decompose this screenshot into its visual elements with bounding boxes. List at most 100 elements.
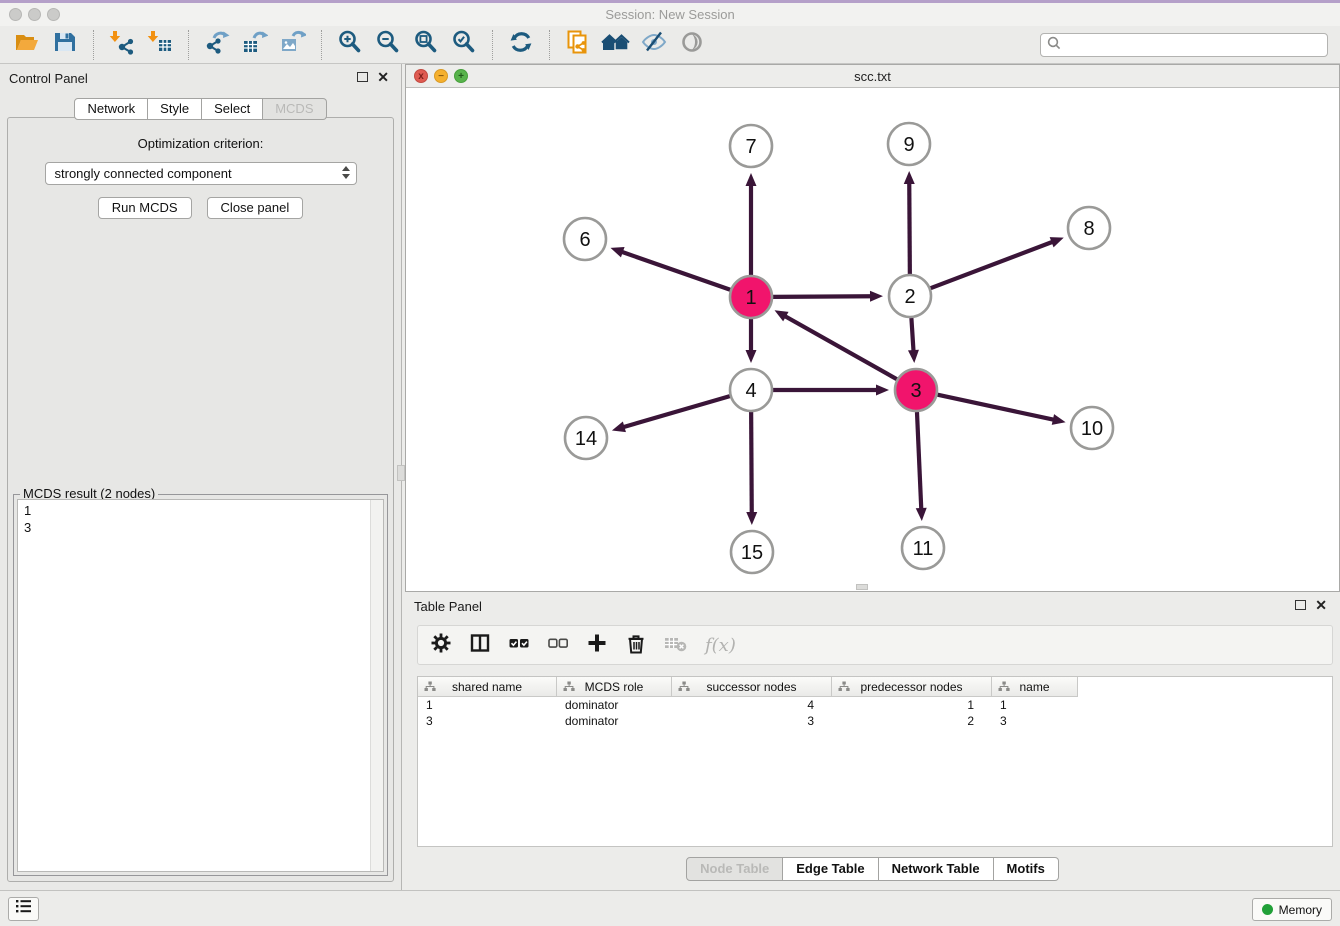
show-columns-button[interactable] <box>469 633 491 657</box>
graph-edge-1-2[interactable] <box>773 296 872 297</box>
column-header-shared-name[interactable]: shared name <box>418 677 557 697</box>
eye-icon <box>679 29 705 60</box>
criterion-value: strongly connected component <box>55 166 232 181</box>
table-body: 1dominator4113dominator323 <box>418 697 1332 729</box>
graph-edge-arrowhead <box>610 247 624 257</box>
graph-edge-2-3[interactable] <box>911 318 913 352</box>
zoom-out-button[interactable] <box>369 29 407 61</box>
refresh-view-button[interactable] <box>502 29 540 61</box>
table-tab-motifs[interactable]: Motifs <box>994 857 1059 881</box>
export-table-button[interactable] <box>236 29 274 61</box>
memory-button[interactable]: Memory <box>1252 898 1332 921</box>
table-cell[interactable]: 4 <box>672 697 832 713</box>
graph-edge-arrowhead <box>870 291 883 302</box>
close-panel-icon[interactable]: ✕ <box>377 69 389 85</box>
table-cell[interactable]: 1 <box>992 697 1078 713</box>
network-titlebar[interactable]: x − + scc.txt <box>406 65 1339 88</box>
search-field[interactable] <box>1040 33 1328 57</box>
column-header-predecessor-nodes[interactable]: predecessor nodes <box>832 677 992 697</box>
refresh-icon <box>508 29 534 60</box>
delete-table-button[interactable] <box>664 633 688 657</box>
function-builder-button[interactable]: f(x) <box>705 633 736 657</box>
graph-edge-1-6[interactable] <box>621 252 730 290</box>
toolbar-separator <box>549 30 550 60</box>
ui-settings-button[interactable] <box>8 897 39 921</box>
close-panel-button[interactable]: Close panel <box>207 197 304 219</box>
graph-edge-arrowhead <box>904 171 915 184</box>
table-cell[interactable]: 2 <box>832 713 992 729</box>
graph-node-label: 3 <box>910 380 921 402</box>
network-canvas[interactable]: 7968124314101511 <box>406 88 1339 591</box>
table-cell[interactable]: dominator <box>557 713 672 729</box>
eye-slash-icon <box>641 29 667 60</box>
list-icon <box>14 897 33 921</box>
save-session-button[interactable] <box>46 29 84 61</box>
import-table-button[interactable] <box>141 29 179 61</box>
zoom-selected-button[interactable] <box>445 29 483 61</box>
save-floppy-icon <box>52 29 78 60</box>
graph-edge-3-1[interactable] <box>784 316 897 380</box>
table-tab-network-table[interactable]: Network Table <box>879 857 994 881</box>
result-scrollbar[interactable] <box>370 500 383 871</box>
export-image-icon <box>280 29 306 60</box>
graph-edge-4-14[interactable] <box>622 396 729 427</box>
add-column-button[interactable] <box>586 633 608 657</box>
select-all-button[interactable] <box>508 633 530 657</box>
table-cell[interactable]: 1 <box>418 697 557 713</box>
export-network-button[interactable] <box>198 29 236 61</box>
table-mode-button[interactable] <box>430 633 452 657</box>
graph-edge-2-9[interactable] <box>909 182 910 274</box>
graph-node-label: 4 <box>745 380 756 402</box>
table-row[interactable]: 1dominator411 <box>418 697 1332 713</box>
tab-mcds[interactable]: MCDS <box>263 98 326 120</box>
graph-node-label: 14 <box>575 428 597 450</box>
table-cell[interactable]: 3 <box>992 713 1078 729</box>
mcds-result-fieldset: MCDS result (2 nodes) 1 3 <box>13 494 388 876</box>
graph-node-label: 9 <box>903 134 914 156</box>
delete-column-button[interactable] <box>625 633 647 657</box>
zoom-in-button[interactable] <box>331 29 369 61</box>
mcds-result-area[interactable]: 1 3 <box>17 499 384 872</box>
deselect-all-button[interactable] <box>547 633 569 657</box>
home-layout-button[interactable] <box>597 29 635 61</box>
criterion-select[interactable]: strongly connected component <box>45 162 357 185</box>
tab-style[interactable]: Style <box>148 98 202 120</box>
vertical-splitter-handle[interactable] <box>397 465 405 481</box>
graph-edge-2-8[interactable] <box>931 241 1054 288</box>
table-cell[interactable]: 3 <box>418 713 557 729</box>
float-panel-icon[interactable] <box>1295 600 1306 610</box>
table-header-row: shared nameMCDS rolesuccessor nodesprede… <box>418 677 1332 697</box>
show-panel-button[interactable] <box>673 29 711 61</box>
table-tab-node-table[interactable]: Node Table <box>686 857 783 881</box>
float-panel-icon[interactable] <box>357 72 368 82</box>
table-row[interactable]: 3dominator323 <box>418 713 1332 729</box>
graph-edge-arrowhead <box>746 512 757 525</box>
toolbar-separator <box>93 30 94 60</box>
graph-edge-4-15[interactable] <box>751 412 752 514</box>
column-header-name[interactable]: name <box>992 677 1078 697</box>
column-header-mcds-role[interactable]: MCDS role <box>557 677 672 697</box>
import-network-button[interactable] <box>103 29 141 61</box>
run-mcds-button[interactable]: Run MCDS <box>98 197 192 219</box>
tab-network[interactable]: Network <box>74 98 148 120</box>
hide-panel-button[interactable] <box>635 29 673 61</box>
tab-select[interactable]: Select <box>202 98 263 120</box>
table-cell[interactable]: 3 <box>672 713 832 729</box>
zoom-in-icon <box>337 29 363 60</box>
search-input[interactable] <box>1065 38 1321 53</box>
network-graph[interactable]: 7968124314101511 <box>406 88 1339 591</box>
table-cell[interactable]: 1 <box>832 697 992 713</box>
graph-edge-3-11[interactable] <box>917 412 921 510</box>
close-panel-icon[interactable]: ✕ <box>1315 597 1327 613</box>
horizontal-splitter-handle[interactable] <box>856 584 868 590</box>
zoom-fit-button[interactable] <box>407 29 445 61</box>
column-header-successor-nodes[interactable]: successor nodes <box>672 677 832 697</box>
table-tab-edge-table[interactable]: Edge Table <box>783 857 878 881</box>
copy-view-button[interactable] <box>559 29 597 61</box>
table-cell[interactable]: dominator <box>557 697 672 713</box>
open-file-button[interactable] <box>8 29 46 61</box>
graph-edge-3-10[interactable] <box>938 395 1055 420</box>
export-image-button[interactable] <box>274 29 312 61</box>
control-panel-title: Control Panel <box>9 71 88 86</box>
network-view-window: x − + scc.txt 7968124314101511 <box>405 64 1340 592</box>
